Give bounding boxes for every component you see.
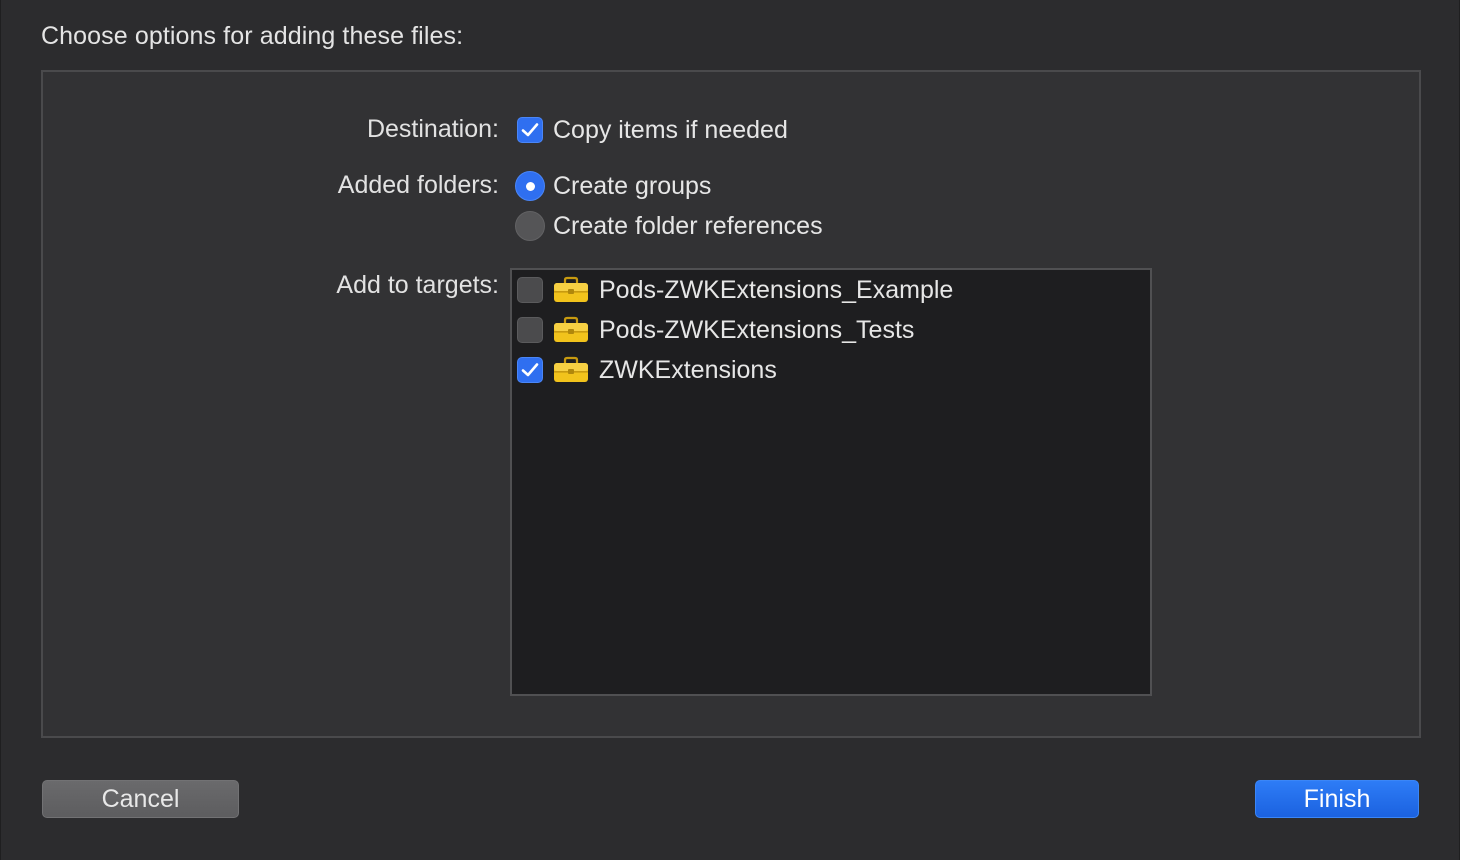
add-to-targets-label: Add to targets: — [336, 271, 499, 299]
target-checkbox[interactable] — [517, 357, 543, 383]
create-groups-option[interactable]: Create groups — [515, 169, 711, 203]
added-folders-label: Added folders: — [337, 171, 499, 199]
target-name: ZWKExtensions — [599, 355, 777, 384]
target-row[interactable]: Pods-ZWKExtensions_Tests — [517, 313, 914, 347]
copy-items-label: Copy items if needed — [553, 115, 788, 144]
target-row[interactable]: ZWKExtensions — [517, 353, 777, 387]
cancel-button[interactable]: Cancel — [42, 780, 239, 818]
target-row[interactable]: Pods-ZWKExtensions_Example — [517, 273, 953, 307]
target-checkbox[interactable] — [517, 277, 543, 303]
add-files-options-sheet: Choose options for adding these files: D… — [0, 0, 1460, 860]
toolbox-icon — [554, 276, 588, 302]
create-folder-references-option[interactable]: Create folder references — [515, 209, 823, 243]
create-folder-references-label: Create folder references — [553, 211, 823, 240]
radio-dot-icon — [525, 181, 535, 191]
copy-items-option[interactable]: Copy items if needed — [517, 113, 788, 147]
create-groups-radio[interactable] — [515, 171, 545, 201]
create-groups-label: Create groups — [553, 171, 712, 200]
toolbox-icon — [554, 316, 588, 342]
checkmark-icon — [521, 363, 539, 377]
target-name: Pods-ZWKExtensions_Tests — [599, 315, 915, 344]
create-folder-references-radio[interactable] — [515, 211, 545, 241]
checkmark-icon — [521, 123, 539, 137]
targets-list[interactable]: Pods-ZWKExtensions_Example Pods-ZWKExten… — [510, 268, 1152, 696]
sheet-heading: Choose options for adding these files: — [41, 22, 464, 50]
options-panel: Destination: Copy items if needed Added … — [41, 70, 1421, 738]
target-checkbox[interactable] — [517, 317, 543, 343]
finish-button[interactable]: Finish — [1255, 780, 1419, 818]
destination-label: Destination: — [366, 115, 499, 143]
copy-items-checkbox[interactable] — [517, 117, 543, 143]
target-name: Pods-ZWKExtensions_Example — [599, 275, 954, 304]
toolbox-icon — [554, 356, 588, 382]
